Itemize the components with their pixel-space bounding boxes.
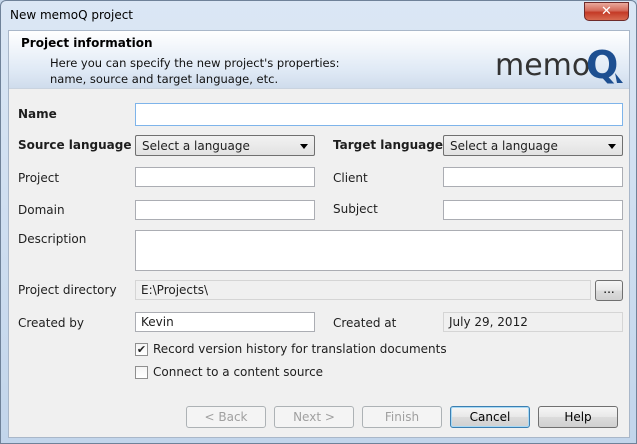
target-language-value: Select a language	[450, 139, 558, 153]
project-directory-field: E:\Projects\	[135, 280, 591, 300]
created-at-field: July 29, 2012	[443, 312, 623, 332]
domain-input[interactable]	[135, 200, 315, 220]
source-language-label: Source language	[18, 138, 132, 152]
source-language-value: Select a language	[142, 139, 250, 153]
checkmark-icon: ✔	[136, 343, 147, 356]
project-directory-label: Project directory	[18, 283, 117, 297]
domain-label: Domain	[18, 203, 65, 217]
back-button[interactable]: < Back	[186, 406, 266, 428]
description-label: Description	[18, 232, 87, 246]
created-at-label: Created at	[333, 316, 397, 330]
connect-content-source-label[interactable]: Connect to a content source	[153, 365, 323, 379]
header-banner: Project information Here you can specify…	[9, 31, 629, 89]
chevron-down-icon	[300, 144, 308, 149]
logo-text: memo	[495, 48, 590, 83]
name-input[interactable]	[135, 103, 623, 126]
dialog-client-area: Project information Here you can specify…	[8, 30, 630, 438]
cancel-button[interactable]: Cancel	[450, 406, 530, 428]
project-input[interactable]	[135, 167, 315, 187]
record-history-label[interactable]: Record version history for translation d…	[153, 342, 447, 356]
target-language-select[interactable]: Select a language	[443, 135, 623, 156]
browse-directory-button[interactable]: ...	[595, 280, 623, 301]
finish-button[interactable]: Finish	[362, 406, 442, 428]
close-icon: ✕	[601, 4, 612, 19]
name-label: Name	[18, 107, 57, 121]
project-label: Project	[18, 171, 60, 185]
title-bar[interactable]: New memoQ project ✕	[1, 1, 636, 31]
banner-description-line-2: name, source and target language, etc.	[50, 72, 279, 86]
record-history-checkbox[interactable]: ✔	[135, 343, 148, 356]
banner-description-line-1: Here you can specify the new project's p…	[50, 56, 340, 70]
created-by-input[interactable]: Kevin	[135, 312, 315, 332]
description-input[interactable]	[135, 230, 623, 271]
source-language-select[interactable]: Select a language	[135, 135, 315, 156]
close-button[interactable]: ✕	[584, 2, 629, 21]
connect-content-source-checkbox[interactable]	[135, 366, 148, 379]
memoq-logo: memo Q	[495, 45, 623, 85]
created-by-label: Created by	[18, 316, 85, 330]
window-title: New memoQ project	[10, 8, 133, 22]
help-button[interactable]: Help	[538, 406, 618, 428]
chevron-down-icon	[608, 144, 616, 149]
logo-q-letter: Q	[586, 45, 618, 85]
dialog-window: New memoQ project ✕ Project information …	[0, 0, 637, 444]
banner-title: Project information	[21, 36, 153, 50]
subject-label: Subject	[333, 202, 378, 216]
target-language-label: Target language	[333, 138, 444, 152]
subject-input[interactable]	[443, 200, 623, 220]
client-input[interactable]	[443, 167, 623, 187]
banner-description: Here you can specify the new project's p…	[50, 55, 410, 87]
client-label: Client	[333, 171, 368, 185]
next-button[interactable]: Next >	[274, 406, 354, 428]
